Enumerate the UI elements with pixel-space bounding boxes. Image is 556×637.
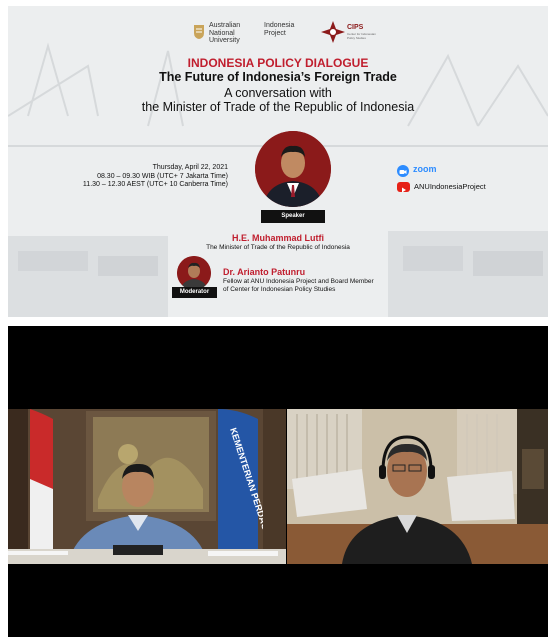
moderator-role-line2: of Center for Indonesian Policy Studies (223, 285, 336, 293)
minister-video-feed: KEMENTERIAN PERDAGANGAN REPUBLIK INDONES… (8, 409, 286, 564)
schedule-block: Thursday, April 22, 2021 08.30 – 09.30 W… (38, 164, 228, 190)
cips-star-icon (321, 21, 345, 43)
speaker-avatar (255, 131, 331, 207)
video-call-area: KEMENTERIAN PERDAGANGAN REPUBLIK INDONES… (8, 326, 548, 637)
speaker-badge: Speaker (261, 210, 325, 223)
video-tile-minister[interactable]: KEMENTERIAN PERDAGANGAN REPUBLIK INDONES… (8, 409, 286, 564)
speaker-name: H.E. Muhammad Lutfi (232, 233, 324, 243)
event-tagline-2: the Minister of Trade of the Republic of… (141, 100, 415, 114)
video-tile-moderator[interactable] (287, 409, 548, 564)
cips-tagline: Center for Indonesian Policy Studies (347, 32, 376, 40)
event-poster: Australian National University Indonesia… (8, 6, 548, 317)
cips-logo-text: CIPS (347, 24, 364, 31)
youtube-icon (397, 182, 410, 193)
moderator-video-feed (287, 409, 548, 564)
event-time-aest: 11.30 – 12.30 AEST (UTC+ 10 Canberra Tim… (82, 181, 228, 188)
event-subtitle: The Future of Indonesia’s Foreign Trade (159, 70, 397, 84)
event-date: Thursday, April 22, 2021 (152, 164, 228, 171)
moderator-role-line1: Fellow at ANU Indonesia Project and Boar… (223, 278, 374, 285)
anu-logo-text: Australian National University (209, 22, 241, 44)
event-time-wib: 08.30 – 09.30 WIB (UTC+ 7 Jakarta Time) (97, 172, 228, 180)
moderator-name: Dr. Arianto Patunru (223, 267, 306, 277)
event-tagline: A conversation with (224, 86, 332, 100)
moderator-role: Fellow at ANU Indonesia Project and Boar… (223, 278, 453, 293)
logo-bar: Australian National University Indonesia… (8, 14, 548, 44)
youtube-channel-label: ANUIndonesiaProject (414, 182, 486, 191)
anu-crest-icon (194, 25, 204, 39)
zoom-label: zoom (413, 164, 437, 174)
speaker-role: The Minister of Trade of the Republic of… (206, 244, 350, 251)
event-title: INDONESIA POLICY DIALOGUE (187, 56, 369, 70)
indonesia-project-logo-text: Indonesia Project (264, 22, 295, 37)
moderator-avatar (177, 256, 211, 290)
moderator-badge: Moderator (172, 287, 217, 298)
zoom-icon (397, 165, 409, 177)
